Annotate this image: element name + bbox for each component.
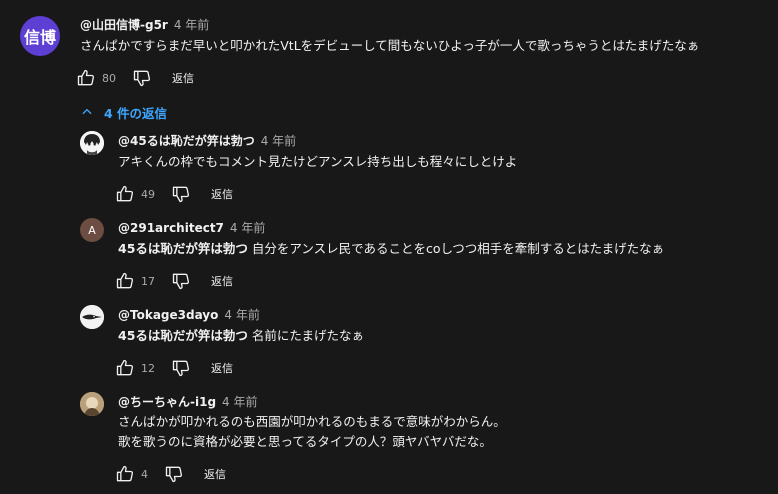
like-count: 49 [141, 187, 155, 201]
like-icon [115, 358, 135, 378]
reply-author[interactable]: @291architect7 4 年前 [118, 219, 265, 236]
like-icon [115, 184, 135, 204]
like-button[interactable] [113, 462, 137, 486]
lizard-avatar-icon [80, 305, 104, 329]
comment-actions: 80 返信 [74, 66, 194, 90]
comment-time[interactable]: 4 年前 [224, 308, 259, 322]
like-button[interactable] [113, 269, 137, 293]
author-name[interactable]: @ちーちゃん-i1g [118, 395, 216, 409]
dislike-button[interactable] [169, 182, 193, 206]
dislike-button[interactable] [169, 356, 193, 380]
dislike-icon [171, 184, 191, 204]
reply-text: さんぱかが叩かれるのも西園が叩かれるのもまるで意味がわからん。 歌を歌うのに資格… [118, 412, 506, 452]
reply-text-line: 歌を歌うのに資格が必要と思ってるタイプの人？頭ヤバヤバだな。 [118, 434, 492, 449]
chevron-up-icon [82, 108, 92, 115]
comment-time[interactable]: 4 年前 [222, 395, 257, 409]
dislike-icon [171, 271, 191, 291]
like-icon [115, 464, 135, 484]
mention-link[interactable]: 45るは恥だが笄は勃つ [118, 328, 248, 343]
like-button[interactable] [74, 66, 98, 90]
mention-link[interactable]: 45るは恥だが笄は勃つ [118, 241, 248, 256]
like-count: 4 [141, 467, 148, 481]
like-icon [115, 271, 135, 291]
like-count: 17 [141, 274, 155, 288]
dislike-icon [132, 68, 152, 88]
dislike-icon [171, 358, 191, 378]
reply-text-body: 名前にたまげたなぁ [247, 328, 365, 343]
reply-text: 45るは恥だが笄は勃つ 自分をアンスレ民であることをcoしつつ相手を牽制するとは… [118, 239, 664, 259]
reply-text: 45るは恥だが笄は勃つ 名前にたまげたなぁ [118, 326, 364, 346]
reply-button[interactable]: 返信 [204, 466, 226, 482]
reply-avatar[interactable] [80, 305, 104, 329]
author-name[interactable]: @45るは恥だが笄は勃つ [118, 134, 255, 148]
reply-button[interactable]: 返信 [211, 360, 233, 376]
reply-text-line: さんぱかが叩かれるのも西園が叩かれるのもまるで意味がわからん。 [118, 414, 506, 429]
like-button[interactable] [113, 356, 137, 380]
reply-author[interactable]: @ちーちゃん-i1g 4 年前 [118, 393, 258, 410]
reply-actions: 49 返信 [113, 182, 233, 206]
reply-author[interactable]: @Tokage3dayo 4 年前 [118, 306, 260, 323]
dislike-button[interactable] [130, 66, 154, 90]
like-count: 80 [102, 71, 116, 85]
author-name[interactable]: @山田信博-g5r [80, 18, 168, 32]
like-count: 12 [141, 361, 155, 375]
reply-text: アキくんの枠でもコメント見たけどアンスレ持ち出しも程々にしとけよ [118, 152, 517, 172]
author-avatar[interactable]: 信博 [20, 16, 60, 56]
reply-avatar[interactable]: A [80, 218, 104, 242]
reply-text-body: アキくんの枠でもコメント見たけどアンスレ持ち出しも程々にしとけよ [118, 154, 518, 169]
reply-button[interactable]: 返信 [172, 70, 194, 86]
reply-button[interactable]: 返信 [211, 273, 233, 289]
reply-actions: 12 返信 [113, 356, 233, 380]
hide-replies-button[interactable]: 4 件の返信 [80, 100, 167, 124]
comment-time[interactable]: 4 年前 [174, 18, 209, 32]
comment-text: さんぱかですらまだ早いと叩かれたVtLをデビューして間もないひよっ子が一人で歌っ… [80, 38, 700, 53]
reply-avatar[interactable] [80, 131, 104, 155]
reply-avatar[interactable] [80, 392, 104, 416]
dislike-button[interactable] [169, 269, 193, 293]
replies-count-label: 4 件の返信 [104, 105, 168, 121]
like-icon [76, 68, 96, 88]
dislike-button[interactable] [162, 462, 186, 486]
reply-author[interactable]: @45るは恥だが笄は勃つ 4 年前 [118, 132, 296, 149]
reply-text-body: 自分をアンスレ民であることをcoしつつ相手を牽制するとはたまげたなぁ [247, 241, 665, 256]
reply-button[interactable]: 返信 [211, 186, 233, 202]
reply-actions: 4 返信 [113, 462, 226, 486]
anime-character-avatar-icon [80, 131, 104, 155]
photo-avatar-icon [80, 392, 104, 416]
author-name[interactable]: @291architect7 [118, 221, 224, 235]
comment-time[interactable]: 4 年前 [261, 134, 296, 148]
like-button[interactable] [113, 182, 137, 206]
author-name[interactable]: @Tokage3dayo [118, 308, 218, 322]
dislike-icon [164, 464, 184, 484]
comment-time[interactable]: 4 年前 [230, 221, 265, 235]
comment-author[interactable]: @山田信博-g5r 4 年前 [80, 16, 209, 33]
reply-actions: 17 返信 [113, 269, 233, 293]
